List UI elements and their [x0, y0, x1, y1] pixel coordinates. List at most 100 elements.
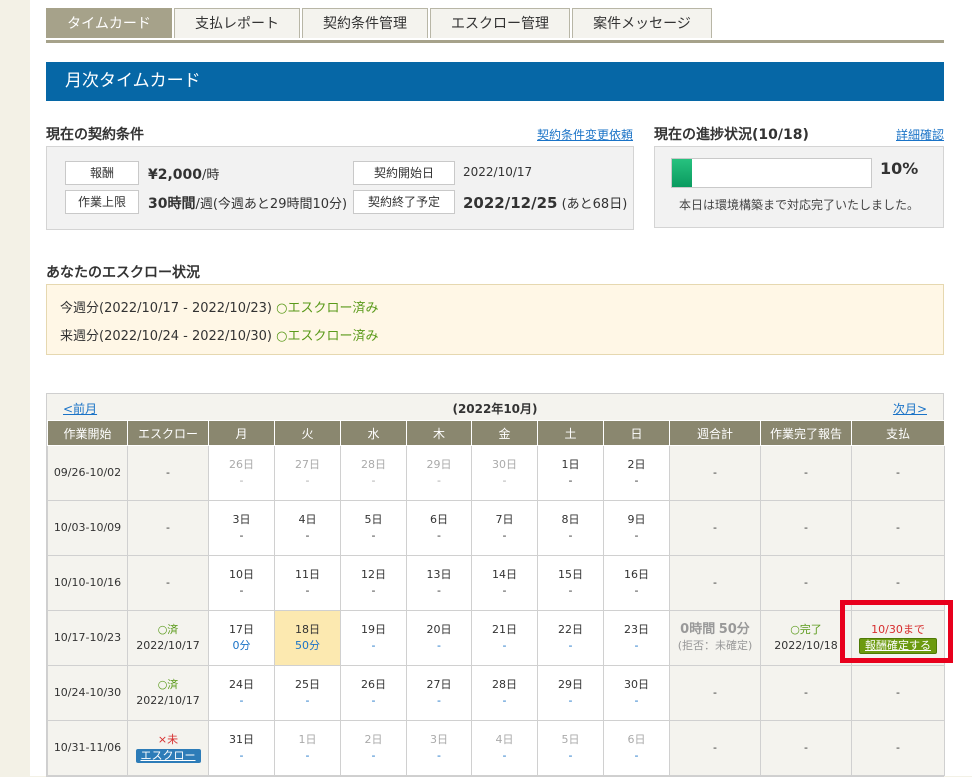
- day-time: -: [634, 529, 639, 542]
- day-cell: 10日 -: [208, 555, 275, 611]
- day-time: -: [634, 694, 639, 707]
- day-time: -: [634, 639, 639, 652]
- day-cell: 19日 -: [340, 610, 407, 666]
- day-time: -: [502, 529, 507, 542]
- week-cell: 10/10-10/16: [47, 555, 128, 611]
- column-header: 作業完了報告: [760, 420, 852, 446]
- week-total: -: [713, 521, 717, 534]
- day-time: -: [239, 529, 244, 542]
- table-row: 10/24-10/30 ○済 2022/10/17 24日 -25日 -26日 -27日 -2…: [47, 665, 945, 721]
- day-time: 0分: [232, 639, 251, 652]
- escrow-cell: ○済 2022/10/17: [127, 665, 209, 721]
- day-cell: 13日 -: [406, 555, 472, 611]
- day-number: 27日: [295, 458, 320, 471]
- day-cell: 27日 -: [274, 445, 341, 501]
- day-cell: 8日 -: [537, 500, 604, 556]
- tab-messages[interactable]: 案件メッセージ: [572, 8, 712, 38]
- day-cell: 16日 -: [603, 555, 670, 611]
- day-time: -: [239, 474, 244, 487]
- day-number: 6日: [627, 733, 646, 746]
- day-number: 10日: [229, 568, 254, 581]
- progress-fill: [672, 159, 692, 187]
- day-number: 7日: [495, 513, 514, 526]
- day-cell: 31日 -: [208, 720, 275, 776]
- day-cell: 24日 -: [208, 665, 275, 721]
- week-total-cell: -: [669, 720, 761, 776]
- day-number: 26日: [229, 458, 254, 471]
- escrow-status: ○済: [157, 623, 179, 636]
- day-time: 50分: [295, 639, 320, 652]
- day-time: -: [502, 584, 507, 597]
- contract-change-link[interactable]: 契約条件変更依頼: [537, 126, 633, 143]
- escrow-cell: -: [127, 555, 209, 611]
- week-cell: 10/03-10/09: [47, 500, 128, 556]
- progress-title: 現在の進捗状況(10/18): [654, 127, 809, 143]
- pay-status: -: [896, 686, 900, 699]
- pay-cell: -: [851, 445, 945, 501]
- column-header: 水: [340, 420, 407, 446]
- progress-detail-link[interactable]: 詳細確認: [896, 126, 944, 143]
- day-number: 8日: [561, 513, 580, 526]
- day-number: 18日: [295, 623, 320, 636]
- tab-payment-report[interactable]: 支払レポート: [174, 8, 300, 38]
- limit-value: 30時間/週(今週あと29時間10分): [148, 196, 348, 212]
- day-cell: 15日 -: [537, 555, 604, 611]
- escrow-button[interactable]: エスクロー: [135, 749, 201, 763]
- day-cell: 11日 -: [274, 555, 341, 611]
- day-cell: 4日 -: [471, 720, 538, 776]
- day-cell: 9日 -: [603, 500, 670, 556]
- day-number: 2日: [627, 458, 646, 471]
- column-header: 金: [471, 420, 538, 446]
- day-time: -: [437, 584, 441, 597]
- escrow-cell: ×未 エスクロー: [127, 720, 209, 776]
- day-time: -: [305, 584, 310, 597]
- day-time: -: [634, 584, 639, 597]
- end-value: 2022/12/25 (あと68日): [463, 194, 628, 212]
- tab-contract-terms[interactable]: 契約条件管理: [302, 8, 428, 38]
- day-time: -: [305, 749, 310, 762]
- day-time: -: [437, 529, 441, 542]
- total-minutes: 50分: [718, 622, 750, 637]
- pay-cell: -: [851, 500, 945, 556]
- day-number: 5日: [561, 733, 580, 746]
- day-number: 28日: [361, 458, 386, 471]
- pay-status: -: [896, 466, 900, 479]
- day-cell: 27日 -: [406, 665, 472, 721]
- day-number: 29日: [426, 458, 452, 471]
- week-total: -: [713, 741, 717, 754]
- tab-escrow[interactable]: エスクロー管理: [430, 8, 570, 38]
- day-number: 23日: [624, 623, 649, 636]
- start-label: 契約開始日: [353, 161, 455, 185]
- day-number: 5日: [364, 513, 383, 526]
- day-cell: 3日 -: [406, 720, 472, 776]
- day-number: 22日: [558, 623, 583, 636]
- calendar-month: (2022年10月): [452, 402, 538, 416]
- escrow-cell: -: [127, 500, 209, 556]
- column-header: 作業開始: [47, 420, 128, 446]
- week-total: -: [713, 686, 717, 699]
- escrow-title: あなたのエスクロー状況: [46, 265, 200, 281]
- week-total: -: [713, 466, 717, 479]
- report-status: -: [804, 466, 808, 479]
- day-cell: 2日 -: [603, 445, 670, 501]
- total-note: (拒否：未確定): [677, 639, 753, 652]
- escrow-status: ○済: [157, 678, 179, 691]
- day-cell: 29日 -: [406, 445, 472, 501]
- report-status: -: [804, 686, 808, 699]
- day-cell: 3日 -: [208, 500, 275, 556]
- day-number: 29日: [558, 678, 583, 691]
- day-number: 3日: [430, 733, 448, 746]
- day-cell: 4日 -: [274, 500, 341, 556]
- day-time: -: [568, 639, 573, 652]
- next-month-link[interactable]: 次月>: [893, 400, 927, 417]
- week-cell: 10/17-10/23: [47, 610, 128, 666]
- day-number: 24日: [229, 678, 254, 691]
- day-cell: 1日 -: [274, 720, 341, 776]
- day-cell: 21日 -: [471, 610, 538, 666]
- day-number: 19日: [361, 623, 386, 636]
- progress-box: 10% 本日は環境構築まで対応完了いたしました。: [654, 146, 944, 228]
- tab-timecard[interactable]: タイムカード: [46, 8, 172, 38]
- report-cell: -: [760, 720, 852, 776]
- contract-title: 現在の契約条件: [46, 127, 144, 143]
- escrow-status: -: [166, 466, 170, 479]
